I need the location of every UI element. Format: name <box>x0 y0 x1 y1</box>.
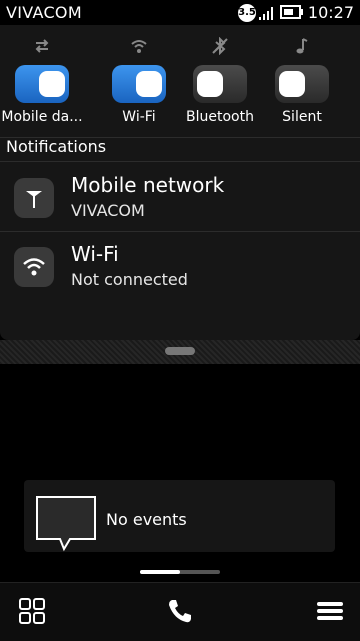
antenna-icon <box>14 178 54 218</box>
toggle-wifi[interactable]: Wi-Fi <box>97 25 181 135</box>
toggle-label: Mobile da... <box>1 109 83 125</box>
music-note-icon <box>296 38 308 54</box>
phone-icon[interactable] <box>166 597 194 625</box>
notification-title: Wi-Fi <box>71 242 119 266</box>
notification-panel: Mobile da... Wi-Fi Bluetooth Silent Noti… <box>0 25 360 340</box>
switch-knob <box>39 71 65 97</box>
quick-toggles: Mobile da... Wi-Fi Bluetooth Silent <box>0 25 360 135</box>
switch-knob <box>136 71 162 97</box>
toggle-label: Wi-Fi <box>122 109 156 125</box>
homescreen-page-indicator <box>140 570 220 574</box>
active-page-indicator <box>140 570 180 574</box>
bluetooth-off-icon <box>212 37 228 55</box>
toggle-silent[interactable]: Silent <box>260 25 344 135</box>
network-type-badge: 3.5 <box>238 4 256 22</box>
battery-icon <box>280 5 303 19</box>
wifi-switch[interactable] <box>112 65 166 103</box>
notification-subtitle: Not connected <box>71 270 188 289</box>
notification-subtitle: VIVACOM <box>71 201 145 220</box>
events-widget[interactable]: No events <box>24 480 335 552</box>
notification-title: Mobile network <box>71 173 225 197</box>
toggle-label: Silent <box>282 109 322 125</box>
app-menu-icon[interactable] <box>18 597 46 625</box>
wifi-icon <box>14 247 54 287</box>
speech-bubble-icon <box>36 496 96 552</box>
switch-knob <box>279 71 305 97</box>
switch-knob <box>197 71 223 97</box>
toggle-label: Bluetooth <box>186 109 254 125</box>
divider <box>0 161 360 162</box>
status-bar: VIVACOM 3.5 10:27 <box>0 0 360 25</box>
mobile-data-switch[interactable] <box>15 65 69 103</box>
mobile-data-icon <box>35 39 49 53</box>
silent-switch[interactable] <box>275 65 329 103</box>
notification-mobile-network[interactable]: Mobile network VIVACOM <box>0 163 360 231</box>
signal-strength-icon <box>259 7 273 20</box>
events-text: No events <box>106 510 187 529</box>
panel-drag-strip[interactable] <box>0 340 360 364</box>
bluetooth-switch[interactable] <box>193 65 247 103</box>
toggle-mobile-data[interactable]: Mobile da... <box>0 25 84 135</box>
notifications-heading: Notifications <box>6 137 107 156</box>
wifi-icon <box>131 40 147 53</box>
bottom-bar <box>0 582 360 641</box>
notification-wifi[interactable]: Wi-Fi Not connected <box>0 232 360 300</box>
drag-handle[interactable] <box>165 347 195 355</box>
clock: 10:27 <box>307 3 354 22</box>
toggle-bluetooth[interactable]: Bluetooth <box>178 25 262 135</box>
carrier-name: VIVACOM <box>6 3 82 22</box>
options-menu-icon[interactable] <box>316 597 344 625</box>
